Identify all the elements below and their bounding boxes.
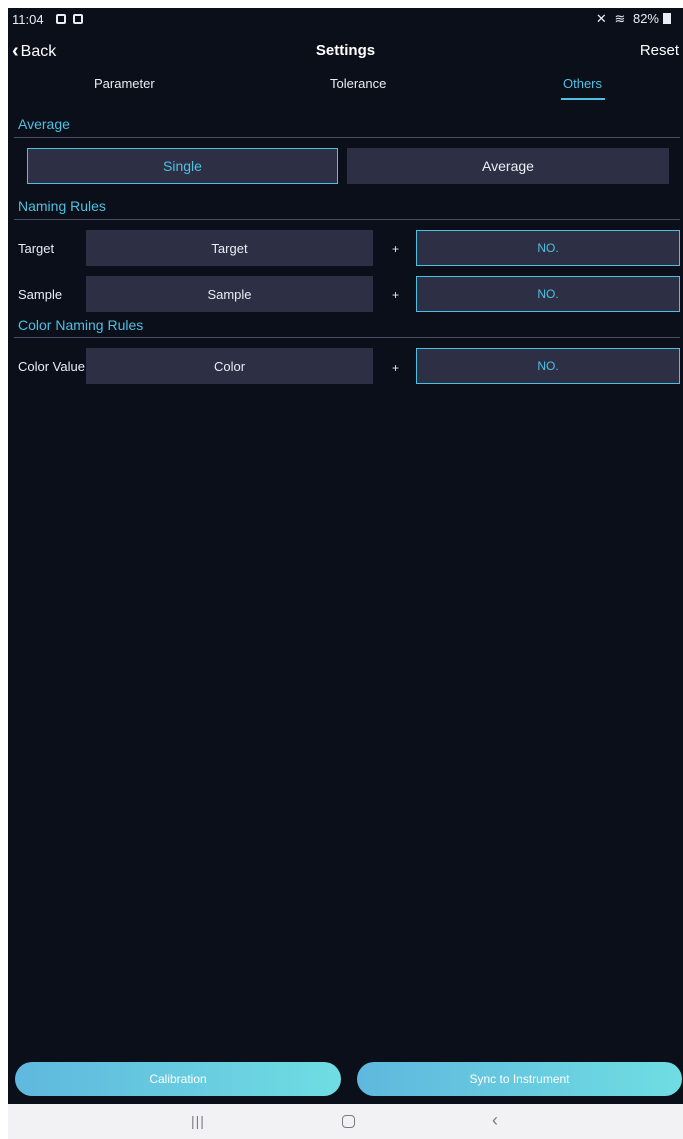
section-divider [14,337,680,338]
sample-prefix-field[interactable]: Sample [86,276,373,312]
battery-percent: 82% [632,11,659,26]
color-number-field[interactable]: NO. [416,348,680,384]
section-divider [14,137,680,138]
home-icon[interactable] [342,1115,355,1128]
nav-bar: ‹ Back Settings Reset [8,32,683,68]
page-title: Settings [315,42,376,59]
sync-to-instrument-button[interactable]: Sync to Instrument [357,1062,682,1096]
sample-row-label: Sample [18,287,63,302]
tab-bar: Parameter Tolerance Others [8,70,683,108]
system-nav-bar: ||| ‹ [8,1104,683,1139]
tab-others[interactable]: Others [563,76,602,91]
status-time: 11:04 [12,12,44,27]
section-divider [14,219,680,220]
recents-icon[interactable]: ||| [191,1113,205,1129]
plus-sign: + [392,288,400,302]
active-tab-indicator [561,98,605,100]
target-row-label: Target [18,241,55,256]
section-average-title: Average [18,116,70,132]
gallery-icon [56,14,66,24]
target-number-field[interactable]: NO. [416,230,680,266]
target-prefix-field[interactable]: Target [86,230,373,266]
wifi-icon: ≋ [614,11,626,26]
section-color-naming-rules-title: Color Naming Rules [18,317,144,333]
calibration-button[interactable]: Calibration [15,1062,341,1096]
tab-tolerance[interactable]: Tolerance [330,76,386,91]
reset-button[interactable]: Reset [640,42,679,59]
color-prefix-field[interactable]: Color [86,348,373,384]
section-naming-rules-title: Naming Rules [18,198,106,214]
app-screen: 11:04 ✕ ≋ 82% ‹ Back Settings Reset Param… [8,8,683,1139]
sample-number-field[interactable]: NO. [416,276,680,312]
system-back-icon[interactable]: ‹ [492,1110,498,1131]
plus-sign: + [392,242,400,256]
color-value-row-label: Color Value [18,359,85,374]
battery-icon [663,13,671,24]
screen-record-icon [73,14,83,24]
mute-icon: ✕ [595,11,607,26]
tab-parameter[interactable]: Parameter [94,76,155,91]
status-bar: 11:04 ✕ ≋ 82% [8,8,683,32]
single-option-button[interactable]: Single [27,148,338,184]
status-right: ✕ ≋ 82% [592,11,671,27]
plus-sign: + [392,361,400,375]
average-option-button[interactable]: Average [347,148,669,184]
